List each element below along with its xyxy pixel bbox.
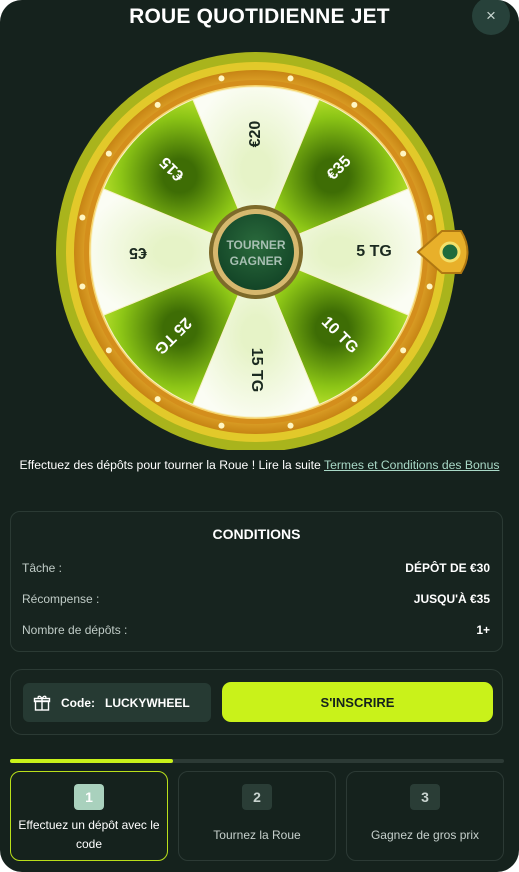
wheel-light — [426, 214, 433, 221]
wheel-light — [154, 396, 161, 403]
step-card-2[interactable]: 2 Tournez la Roue — [178, 771, 336, 861]
close-icon: × — [486, 6, 496, 25]
wheel-light — [154, 101, 161, 108]
steps-progress-bar — [10, 759, 504, 763]
condition-label: Tâche : — [22, 561, 63, 575]
step-text: Tournez la Roue — [213, 827, 301, 842]
wheel-light — [287, 75, 294, 82]
condition-row-reward: Récompense : JUSQU'À €35 — [22, 590, 490, 608]
wheel-light — [218, 422, 225, 429]
gift-icon — [33, 694, 51, 712]
wheel-description: Effectuez des dépôts pour tourner la Rou… — [14, 456, 505, 475]
code-value: LUCKYWHEEL — [105, 695, 190, 710]
close-button[interactable]: × — [472, 0, 510, 35]
step-card-1[interactable]: 1 Effectuez un dépôt avec le code — [10, 771, 168, 861]
conditions-card: CONDITIONS Tâche : DÉPÔT DE €30 Récompen… — [10, 511, 503, 652]
bonus-code-box: Code: LUCKYWHEEL S'INSCRIRE — [10, 669, 503, 735]
step-text: Effectuez un dépôt avec le code — [18, 818, 160, 851]
step-text: Gagnez de gros prix — [370, 827, 480, 842]
condition-row-deposits: Nombre de dépôts : 1+ — [22, 621, 490, 639]
step-number: 2 — [242, 784, 272, 810]
wheel-light — [105, 150, 112, 157]
condition-label: Nombre de dépôts : — [22, 623, 128, 637]
wheel-light — [218, 75, 225, 82]
condition-row-task: Tâche : DÉPÔT DE €30 — [22, 559, 490, 577]
wheel-segment-label: €20 — [247, 121, 264, 148]
wheel-light — [400, 347, 407, 354]
wheel-light — [400, 150, 407, 157]
wheel-light — [287, 422, 294, 429]
wheel-segment-label: €5 — [129, 244, 147, 261]
wheel-light — [105, 347, 112, 354]
wheel-light — [351, 396, 358, 403]
conditions-title: CONDITIONS — [212, 526, 301, 542]
condition-value: DÉPÔT DE €30 — [405, 561, 490, 575]
wheel-segment-label: 15 TG — [248, 348, 265, 392]
condition-label: Récompense : — [22, 592, 100, 606]
condition-value: JUSQU'À €35 — [413, 592, 490, 606]
spin-button[interactable]: TOURNER GAGNER — [209, 205, 303, 299]
step-number: 1 — [74, 784, 104, 810]
wheel-light — [79, 214, 86, 221]
description-text: Effectuez des dépôts pour tourner la Rou… — [19, 458, 324, 472]
step-number: 3 — [410, 784, 440, 810]
progress-fill — [10, 759, 174, 763]
spin-label-line2: GAGNER — [230, 254, 283, 268]
terms-link[interactable]: Termes et Conditions des Bonus — [324, 458, 499, 472]
bonus-code-field[interactable]: Code: LUCKYWHEEL — [23, 683, 211, 722]
register-button[interactable]: S'INSCRIRE — [222, 682, 493, 722]
daily-wheel-modal: ROUE QUOTIDIENNE JET × €20 €35 5 TG 10 T… — [0, 0, 519, 872]
spin-label-line1: TOURNER — [226, 238, 285, 252]
prize-wheel: €20€355 TG10 TG15 TG25 TG€5€15 TOURNER G… — [56, 52, 469, 450]
condition-value: 1+ — [476, 623, 490, 637]
wheel-light — [351, 101, 358, 108]
wheel-segment-label: 5 TG — [356, 243, 392, 260]
modal-title: ROUE QUOTIDIENNE JET — [129, 5, 390, 28]
step-card-3[interactable]: 3 Gagnez de gros prix — [346, 771, 504, 861]
wheel-light — [426, 283, 433, 290]
wheel-light — [79, 283, 86, 290]
code-label: Code: — [61, 695, 95, 710]
